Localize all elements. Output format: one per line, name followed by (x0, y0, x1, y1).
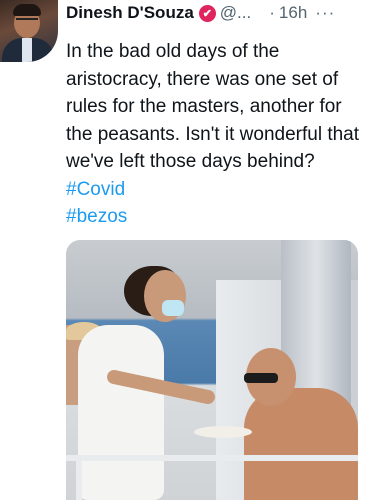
hashtag-covid[interactable]: #Covid (66, 179, 125, 200)
photo-man-torso (244, 388, 358, 500)
tweet-text: In the bad old days of the aristocracy, … (66, 38, 366, 231)
tweet-timestamp[interactable]: 16h (279, 3, 307, 23)
author-name[interactable]: Dinesh D'Souza (66, 3, 194, 23)
hashtag-bezos[interactable]: #bezos (66, 206, 127, 227)
tweet-header: Dinesh D'Souza ✔ @... · 16h ··· (66, 0, 371, 26)
author-avatar[interactable] (0, 0, 58, 62)
tweet-photo[interactable] (66, 240, 358, 500)
avatar-shirt (22, 38, 32, 62)
photo-woman-dress (78, 325, 164, 500)
separator-dot: · (269, 3, 275, 22)
photo-railing (66, 455, 358, 461)
photo-face-mask (162, 300, 184, 316)
photo-sunglasses (244, 373, 278, 383)
verified-badge-icon: ✔ (198, 4, 216, 22)
photo-plate (194, 426, 252, 438)
photo-railing-post (76, 461, 82, 500)
avatar-hair (13, 4, 41, 16)
avatar-glasses (16, 18, 38, 23)
more-options-icon[interactable]: ··· (315, 3, 335, 23)
tweet-body: In the bad old days of the aristocracy, … (66, 41, 360, 172)
author-handle[interactable]: @... (220, 3, 251, 23)
